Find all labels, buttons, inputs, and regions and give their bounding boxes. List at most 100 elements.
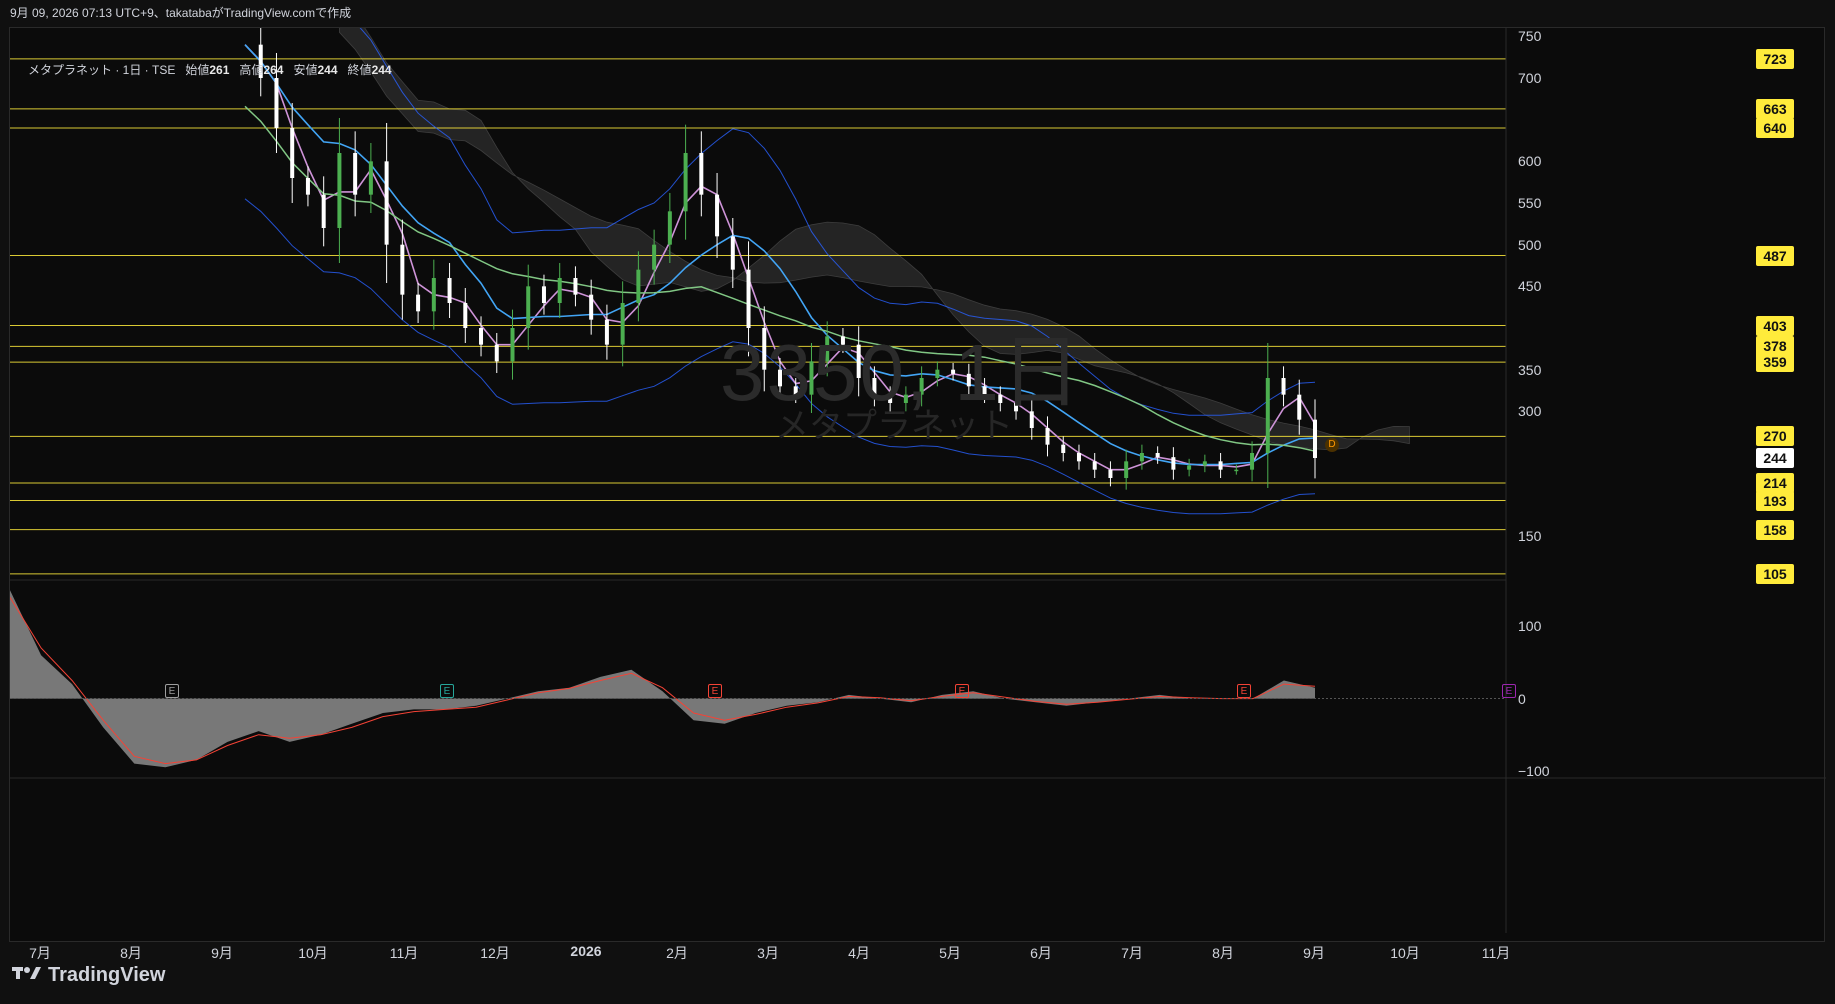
candle-body	[557, 278, 562, 303]
legend-low-label: 安値	[293, 63, 318, 77]
candle-body	[573, 278, 578, 295]
candle-body	[699, 153, 704, 195]
candle-body	[1234, 469, 1239, 472]
time-axis-label: 11月	[389, 945, 419, 961]
level-price-tag: 359	[1756, 352, 1794, 373]
candle-body	[1313, 419, 1317, 458]
earnings-marker[interactable]: E	[440, 684, 454, 698]
legend-low: 244	[317, 63, 338, 77]
chart-frame[interactable]: メタプラネット · 1日 · TSE 始値261 高値264 安値244 終値2…	[9, 27, 1826, 961]
macd-axis-tick: 0	[1518, 690, 1526, 707]
candle-body	[494, 344, 499, 362]
candle-body	[604, 319, 609, 345]
dividend-marker[interactable]: D	[1325, 438, 1339, 452]
candle-body	[1250, 453, 1255, 470]
last-price-tag: 244	[1756, 448, 1794, 468]
candle-body	[683, 153, 688, 212]
earnings-marker[interactable]: E	[1502, 684, 1516, 698]
macd-pane	[10, 590, 1316, 768]
price-chart[interactable]	[10, 28, 1826, 943]
price-axis-tick: 700	[1518, 70, 1542, 86]
candle-body	[1187, 465, 1192, 470]
price-axis-tick: 500	[1518, 236, 1542, 253]
candle-body	[274, 78, 279, 128]
level-price-tag: 663	[1756, 98, 1794, 119]
level-price-tag: 640	[1756, 118, 1794, 138]
legend-high: 264	[263, 63, 284, 77]
candle-body	[337, 153, 342, 228]
candle-body	[715, 194, 720, 237]
chart-legend: メタプラネット · 1日 · TSE 始値261 高値264 安値244 終値2…	[28, 61, 392, 78]
candle-body	[1171, 457, 1176, 470]
earnings-marker[interactable]: E	[165, 684, 179, 698]
time-axis-label: 4月	[848, 945, 870, 961]
earnings-marker[interactable]: E	[1237, 684, 1251, 698]
chart-caption: 9月 09, 2026 07:13 UTC+9、takatabaがTrading…	[10, 6, 352, 20]
time-axis-label: 2026	[570, 943, 602, 959]
legend-open-label: 始値	[185, 63, 210, 77]
candle-body	[541, 286, 546, 303]
time-axis-label: 2月	[666, 945, 688, 961]
candle-body	[290, 128, 295, 178]
footer-brand: TradingView	[48, 963, 166, 986]
candle-body	[1218, 461, 1223, 470]
time-axis-label: 11月	[1481, 945, 1511, 961]
candle-body	[667, 211, 672, 245]
candle-body	[447, 278, 452, 303]
time-axis-label: 3月	[757, 945, 779, 961]
watermark-name: メタプラネット	[775, 407, 1013, 445]
candle-body	[1265, 378, 1270, 453]
time-axis-label: 12月	[480, 945, 510, 961]
price-axis-tick: 750	[1518, 28, 1542, 45]
candle-body	[620, 303, 625, 345]
candle-body	[510, 328, 515, 362]
candle-body	[305, 178, 310, 195]
price-axis-tick: 150	[1518, 528, 1542, 545]
legend-high-label: 高値	[239, 63, 264, 77]
candle-body	[353, 153, 358, 195]
level-price-tag: 270	[1756, 426, 1794, 447]
earnings-marker[interactable]: E	[708, 684, 722, 698]
price-axis-tick: 450	[1518, 278, 1542, 295]
candle-body	[400, 244, 405, 295]
candle-body	[1061, 444, 1066, 453]
candle-body	[321, 194, 326, 228]
candle-body	[384, 161, 389, 245]
axes	[10, 28, 1826, 933]
candle-body	[1297, 394, 1302, 420]
time-axis-label: 9月	[211, 945, 233, 961]
candle-body	[526, 286, 531, 328]
time-axis-label: 10月	[1390, 945, 1420, 961]
earnings-marker[interactable]: E	[955, 684, 969, 698]
candle-body	[479, 328, 484, 345]
candle-body	[368, 161, 373, 195]
price-axis-tick: 300	[1518, 403, 1542, 420]
candle-body	[1108, 469, 1113, 478]
level-price-tag: 105	[1756, 563, 1794, 584]
legend-close: 244	[371, 63, 392, 77]
macd-axis-tick: −100	[1518, 762, 1550, 779]
time-axis-label: 10月	[298, 945, 328, 961]
price-axis-tick: 550	[1518, 195, 1542, 211]
macd-histogram-area	[10, 590, 1315, 768]
level-price-tag: 158	[1756, 519, 1794, 540]
time-axis-label: 8月	[1212, 945, 1234, 961]
time-axis-label: 5月	[939, 945, 961, 961]
candle-body	[589, 294, 594, 320]
time-axis-label: 7月	[1121, 945, 1143, 961]
legend-open: 261	[209, 63, 230, 77]
candle-body	[1045, 428, 1050, 445]
candle-body	[463, 303, 468, 328]
candle-body	[1139, 453, 1144, 462]
candle-body	[636, 269, 641, 303]
candle-body	[652, 244, 657, 270]
level-price-tag: 403	[1756, 315, 1794, 336]
legend-close-label: 終値	[347, 63, 372, 77]
candle-body	[416, 294, 421, 312]
time-axis-label: 9月	[1303, 945, 1325, 961]
macd-axis-tick: 100	[1518, 618, 1542, 635]
candle-body	[1281, 378, 1286, 395]
tv-logo-icon	[12, 964, 42, 987]
legend-symbol: メタプラネット · 1日 · TSE	[28, 63, 176, 77]
level-price-tag: 193	[1756, 490, 1794, 511]
